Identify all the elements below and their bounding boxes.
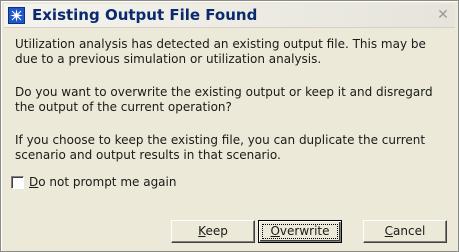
keep-button[interactable]: Keep — [171, 220, 255, 243]
do-not-prompt-row[interactable]: Do not prompt me again — [11, 173, 176, 191]
close-icon[interactable]: ✕ — [435, 7, 451, 23]
do-not-prompt-mnemonic: D — [29, 175, 39, 189]
message-paragraph-2: Do you want to overwrite the existing ou… — [15, 85, 433, 114]
do-not-prompt-label-text: o not prompt me again — [38, 175, 177, 189]
title-bar[interactable]: Existing Output File Found ✕ — [4, 4, 455, 28]
keep-label: eep — [205, 224, 228, 238]
existing-output-dialog: Existing Output File Found ✕ Utilization… — [0, 0, 459, 252]
message-paragraph-1: Utilization analysis has detected an exi… — [15, 37, 426, 66]
focus-ring — [262, 224, 338, 239]
do-not-prompt-checkbox[interactable] — [11, 175, 24, 189]
cancel-button[interactable]: Cancel — [363, 220, 447, 243]
star-app-icon — [8, 7, 25, 24]
message-paragraph-3: If you choose to keep the existing file,… — [15, 133, 426, 162]
cancel-mnemonic: C — [384, 224, 394, 238]
dialog-title: Existing Output File Found — [32, 6, 258, 24]
cancel-label: ancel — [393, 224, 426, 238]
do-not-prompt-label[interactable]: Do not prompt me again — [29, 175, 176, 189]
overwrite-button[interactable]: Overwrite — [258, 220, 342, 243]
